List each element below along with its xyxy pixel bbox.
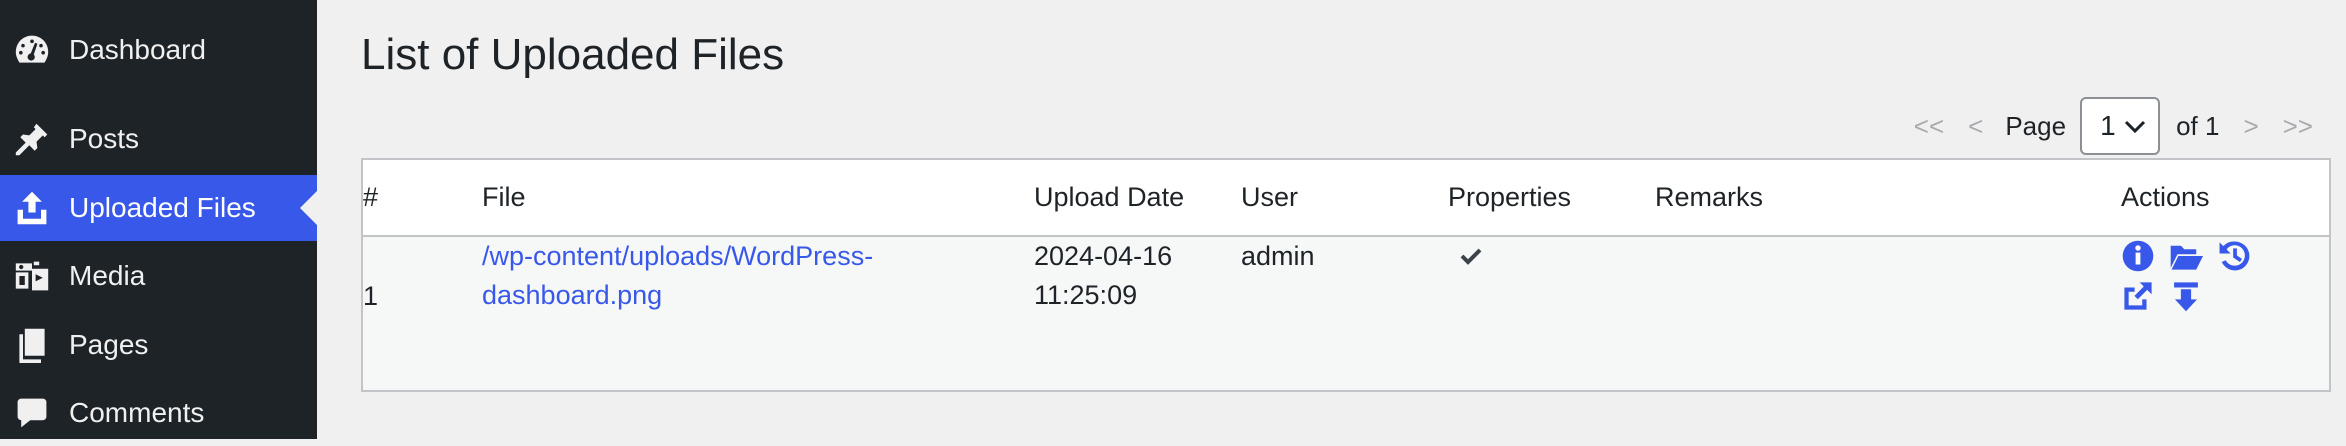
user-cell: admin <box>1241 236 1448 391</box>
table-header-row: # File Upload Date User Properties Remar… <box>362 159 2330 237</box>
media-icon <box>14 258 50 294</box>
sidebar-item-posts[interactable]: Posts <box>0 106 317 172</box>
chevron-down-icon <box>2125 120 2146 134</box>
sidebar-item-label: Pages <box>69 329 149 360</box>
prev-page-link[interactable]: < <box>1968 111 1983 142</box>
row-number: 1 <box>362 236 482 391</box>
column-header-actions: Actions <box>2121 159 2330 237</box>
file-link-line1: /wp-content/uploads/WordPress- <box>482 241 874 271</box>
column-header-file: File <box>482 159 1034 237</box>
sidebar-item-label: Dashboard <box>69 34 206 65</box>
comment-icon <box>14 395 50 431</box>
folder-open-icon[interactable] <box>2169 237 2217 275</box>
page-title: List of Uploaded Files <box>361 30 785 79</box>
page-label: Page <box>2005 110 2067 141</box>
column-header-upload-date: Upload Date <box>1034 159 1241 237</box>
sidebar-item-label: Posts <box>69 123 140 154</box>
properties-cell <box>1448 236 1655 391</box>
info-icon[interactable] <box>2121 237 2169 275</box>
sidebar-item-label: Media <box>69 260 146 291</box>
sidebar-item-uploaded-files[interactable]: Uploaded Files <box>0 175 317 241</box>
file-link-line2: dashboard.png <box>482 280 663 310</box>
history-icon[interactable] <box>2217 237 2265 275</box>
admin-sidebar: Dashboard Posts Uploaded Files Media Pag… <box>0 0 317 439</box>
dashboard-icon <box>14 32 50 68</box>
actions-cell <box>2121 236 2330 391</box>
first-page-link[interactable]: << <box>1914 111 1944 142</box>
pin-icon <box>14 121 50 157</box>
sidebar-item-pages[interactable]: Pages <box>0 312 317 378</box>
uploaded-files-table: # File Upload Date User Properties Remar… <box>361 158 2331 392</box>
page-select-value: 1 <box>2100 110 2116 141</box>
column-header-user: User <box>1241 159 1448 237</box>
download-icon[interactable] <box>2169 277 2217 315</box>
upload-date: 2024-04-16 <box>1034 241 1173 271</box>
page-select[interactable]: 1 <box>2080 97 2161 155</box>
sidebar-item-label: Uploaded Files <box>69 192 256 223</box>
external-link-icon[interactable] <box>2121 277 2169 315</box>
upload-time: 11:25:09 <box>1034 280 1138 310</box>
column-header-remarks: Remarks <box>1655 159 2121 237</box>
sidebar-item-media[interactable]: Media <box>0 243 317 309</box>
table-row: 1 /wp-content/uploads/WordPress- dashboa… <box>362 236 2330 391</box>
pages-icon <box>14 327 50 363</box>
pagination: << < Page 1 of 1 > >> <box>1902 96 2325 156</box>
upload-date-cell: 2024-04-16 11:25:09 <box>1034 236 1241 391</box>
next-page-link[interactable]: > <box>2243 111 2258 142</box>
remarks-cell <box>1655 236 2121 391</box>
page-count: of 1 <box>2176 110 2220 141</box>
upload-icon <box>14 190 50 226</box>
column-header-properties: Properties <box>1448 159 1655 237</box>
column-header-number: # <box>362 159 482 237</box>
last-page-link[interactable]: >> <box>2283 111 2313 142</box>
file-link[interactable]: /wp-content/uploads/WordPress- dashboard… <box>482 241 873 310</box>
sidebar-item-dashboard[interactable]: Dashboard <box>0 17 317 83</box>
sidebar-item-comments[interactable]: Comments <box>0 380 317 446</box>
file-cell: /wp-content/uploads/WordPress- dashboard… <box>482 236 1034 391</box>
sidebar-item-label: Comments <box>69 397 205 428</box>
checkmark-icon <box>1448 241 1482 271</box>
